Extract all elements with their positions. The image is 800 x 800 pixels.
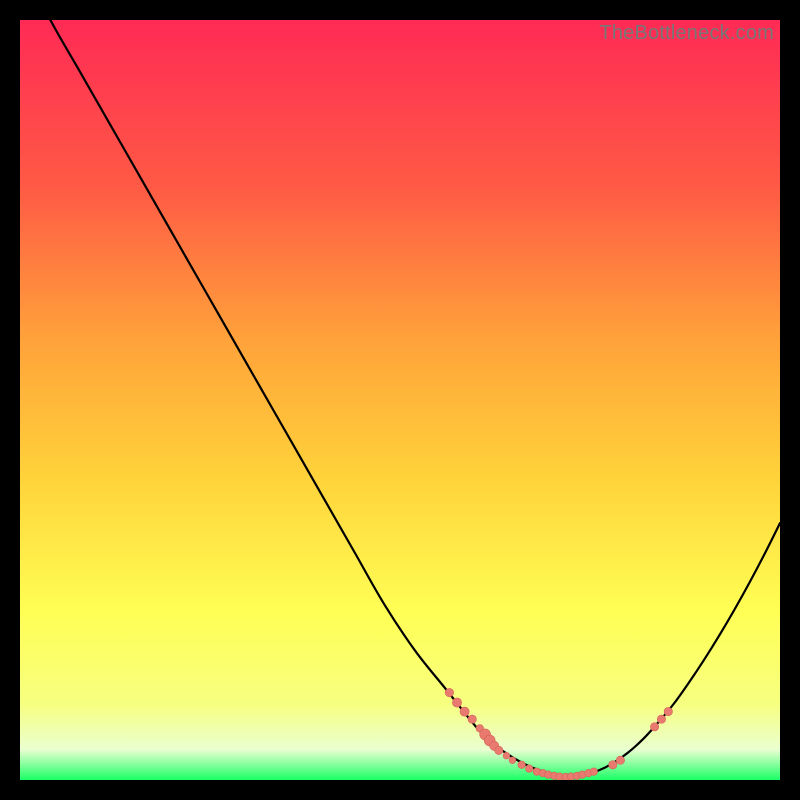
bottleneck-chart xyxy=(20,20,780,780)
curve-marker xyxy=(445,688,453,696)
curve-marker xyxy=(664,707,672,715)
curve-marker xyxy=(590,768,598,776)
curve-marker xyxy=(657,715,665,723)
curve-marker xyxy=(503,752,510,759)
watermark-text: TheBottleneck.com xyxy=(599,22,774,45)
curve-marker xyxy=(452,698,461,707)
curve-marker xyxy=(468,715,476,723)
curve-marker xyxy=(525,765,533,773)
curve-marker xyxy=(509,757,516,764)
curve-marker xyxy=(460,707,469,716)
gradient-background xyxy=(20,20,780,780)
curve-marker xyxy=(616,756,624,764)
curve-marker xyxy=(495,746,503,754)
curve-marker xyxy=(650,723,658,731)
chart-frame: TheBottleneck.com xyxy=(20,20,780,780)
curve-marker xyxy=(518,761,526,769)
curve-marker xyxy=(609,761,617,769)
